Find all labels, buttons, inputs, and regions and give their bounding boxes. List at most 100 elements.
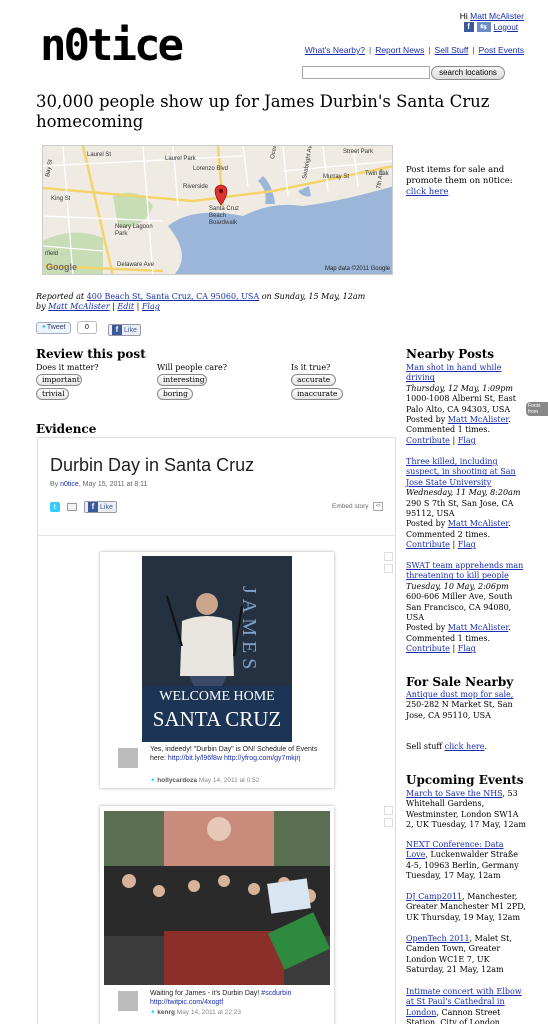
accurate-button[interactable]: accurate <box>291 374 336 386</box>
promo-click-here-link[interactable]: click here <box>406 187 448 197</box>
fonts-from-tab[interactable]: Fonts from <box>526 402 548 416</box>
nearby-post-author[interactable]: Matt McAlister <box>448 415 509 424</box>
tweet-date: May 14, 2011 at 0:52 <box>198 777 260 784</box>
tweet-body: Waiting for James - it's Durbin Day! <box>150 990 260 997</box>
email-icon[interactable] <box>67 503 77 511</box>
story-date: , May 15, 2011 at 8:11 <box>78 481 148 488</box>
reply-icon[interactable] <box>384 818 393 827</box>
upcoming-events-heading: Upcoming Events <box>406 773 524 787</box>
twitter-bird-icon: ✦ <box>150 777 156 784</box>
logout-link[interactable]: Logout <box>494 23 518 32</box>
map-label: Murray St <box>323 174 350 180</box>
retweet-icon[interactable] <box>384 552 393 561</box>
important-button[interactable]: important <box>36 374 82 386</box>
location-search-input[interactable] <box>302 66 430 79</box>
sell-click-here-link[interactable]: click here <box>445 742 485 751</box>
edit-link[interactable]: Edit <box>117 302 134 311</box>
map-label: Street Park <box>343 149 374 155</box>
sell-promo: Post items for sale and promote them on … <box>406 165 524 198</box>
location-map[interactable]: Laurel St Laurel Park Bay St Lorenzo Blv… <box>42 145 393 275</box>
reply-icon[interactable] <box>384 564 393 573</box>
nearby-post-title[interactable]: SWAT team apprehends man threatening to … <box>406 561 523 580</box>
facebook-icon: f <box>463 22 474 32</box>
search-locations-button[interactable]: search locations <box>431 66 505 80</box>
map-label: rfield <box>45 251 59 257</box>
story-author-link[interactable]: n0tice <box>60 481 79 488</box>
twitter-share-icon[interactable]: t <box>50 502 60 512</box>
boring-button[interactable]: boring <box>157 388 193 400</box>
nearby-post-title[interactable]: Three killed, including suspect, in shoo… <box>406 457 516 487</box>
nav-report-news[interactable]: Report News <box>375 45 424 55</box>
trivial-button[interactable]: trivial <box>36 388 69 400</box>
map-label: Lorenzo Blvd <box>193 166 229 172</box>
question-matter: Does it matter? <box>36 363 99 372</box>
greeting-text: Hi <box>459 11 468 21</box>
tweet-photo[interactable]: WELCOME HOME SANTA CRUZ JAMES <box>142 556 292 742</box>
event-title[interactable]: DJ Camp2011 <box>406 892 462 901</box>
sale-item-link[interactable]: Antique dust mop for sale, <box>406 690 513 699</box>
nearby-post-author[interactable]: Matt McAlister <box>448 519 509 528</box>
logout-area[interactable]: f ⇆ Logout <box>463 22 518 32</box>
event-item: March to Save the NHS, 53 Whitehall Gard… <box>406 789 526 831</box>
sale-item: Antique dust mop for sale, 250-282 N Mar… <box>406 690 526 721</box>
flag-link[interactable]: Flag <box>458 644 476 653</box>
tweet-hashtag[interactable]: #scdurbin <box>261 990 291 997</box>
promo-text: Post items for sale and promote them on … <box>406 165 513 186</box>
tweet-link[interactable]: http://bit.ly/l96f8w <box>168 755 222 762</box>
tweet-photo[interactable] <box>104 811 330 985</box>
for-sale-heading: For Sale Nearby <box>406 675 514 689</box>
event-title[interactable]: March to Save the NHS <box>406 789 502 798</box>
contribute-link[interactable]: Contribute <box>406 436 450 445</box>
nearby-post-date: Thursday, 12 May, 1:09pm <box>406 383 513 393</box>
contribute-link[interactable]: Contribute <box>406 540 450 549</box>
event-item: OpenTech 2011, Malet St, Camden Town, Gr… <box>406 934 526 976</box>
user-name-link[interactable]: Matt McAlister <box>470 11 524 21</box>
inaccurate-button[interactable]: inaccurate <box>291 388 343 400</box>
tweet-link[interactable]: http://twitpic.com/4xogtf <box>150 999 223 1006</box>
comment-count: Commented 1 times. <box>406 425 490 435</box>
tweet-button[interactable]: ✦Tweet <box>36 322 71 334</box>
address-link[interactable]: 400 Beach St, Santa Cruz, CA 95060, USA <box>87 292 259 301</box>
facebook-like-button[interactable]: f Like <box>108 324 141 336</box>
avatar[interactable] <box>118 991 138 1011</box>
evidence-heading: Evidence <box>36 422 97 436</box>
nav-whats-nearby[interactable]: What's Nearby? <box>305 45 365 55</box>
nav-sell-stuff[interactable]: Sell Stuff <box>435 45 469 55</box>
map-label: Riverside <box>183 184 209 190</box>
embed-story-link[interactable]: Embed story <box>332 503 369 510</box>
photo-caption-line2: SANTA CRUZ <box>152 707 282 731</box>
google-logo[interactable]: Google <box>46 262 77 272</box>
retweet-icon[interactable] <box>384 806 393 815</box>
nearby-post-author[interactable]: Matt McAlister <box>448 623 509 632</box>
photo-caption-line1: WELCOME HOME <box>159 689 275 704</box>
event-title[interactable]: OpenTech 2011 <box>406 934 470 943</box>
author-link[interactable]: Matt McAlister <box>48 302 109 311</box>
flag-link[interactable]: Flag <box>142 302 160 311</box>
flag-link[interactable]: Flag <box>458 540 476 549</box>
like-label: Like <box>124 326 137 334</box>
nearby-post-title[interactable]: Man shot in hand while driving <box>406 363 501 382</box>
divider <box>38 535 395 536</box>
nearby-post: Man shot in hand while driving Thursday,… <box>406 363 516 445</box>
nearby-posts-heading: Nearby Posts <box>406 347 495 361</box>
map-label: Laurel Park <box>165 156 196 162</box>
tweet-user: hollycardoza <box>157 777 197 784</box>
tweet-text: Waiting for James - it's Durbin Day! #sc… <box>150 989 320 1007</box>
nav-separator: | <box>472 45 475 55</box>
tweet-count: 0 <box>77 321 97 334</box>
reported-prefix: Reported at <box>36 292 85 301</box>
flag-link[interactable]: Flag <box>458 436 476 445</box>
site-logo[interactable]: n0tice <box>38 14 203 72</box>
tweet-link[interactable]: http://yfrog.com/gy7mkjrj <box>224 755 300 762</box>
nav-post-events[interactable]: Post Events <box>479 45 524 55</box>
photo-side-text: JAMES <box>238 586 260 675</box>
story-like-button[interactable]: f Like <box>84 501 117 513</box>
like-label: Like <box>100 503 113 511</box>
interesting-button[interactable]: interesting <box>157 374 207 386</box>
event-item: Intimate concert with Elbow at St Paul's… <box>406 987 526 1024</box>
map-label: King St <box>51 196 71 202</box>
embed-code-icon[interactable]: ‹› <box>373 502 383 511</box>
avatar[interactable] <box>118 748 138 768</box>
contribute-link[interactable]: Contribute <box>406 644 450 653</box>
tweet-date: May 14, 2011 at 22:23 <box>176 1009 241 1016</box>
